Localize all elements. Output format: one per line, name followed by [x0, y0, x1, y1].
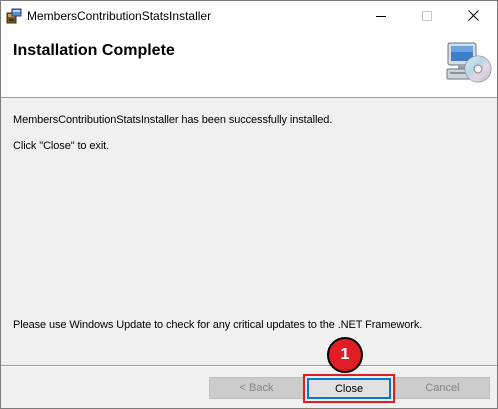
maximize-button[interactable] [404, 1, 450, 32]
title-bar[interactable]: MembersContributionStatsInstaller [1, 1, 497, 32]
footer-divider [1, 365, 497, 367]
instruction-message: Click "Close" to exit. [13, 140, 110, 152]
close-icon [467, 8, 479, 26]
minimize-icon [376, 8, 386, 26]
window-close-button[interactable] [450, 1, 496, 32]
header-banner: Installation Complete [1, 32, 497, 98]
minimize-button[interactable] [358, 1, 404, 32]
close-button-highlight: Close [303, 374, 395, 403]
step-number-badge: 1 [327, 337, 363, 373]
page-title: Installation Complete [13, 42, 175, 59]
window-title: MembersContributionStatsInstaller [27, 9, 212, 23]
installer-window: MembersContributionStatsInstaller Instal… [0, 0, 498, 409]
installer-package-icon [6, 8, 22, 24]
close-button[interactable]: Close [307, 378, 391, 399]
cancel-button[interactable]: Cancel [395, 377, 490, 399]
update-notice: Please use Windows Update to check for a… [13, 319, 423, 331]
computer-cd-icon [445, 39, 493, 87]
success-message: MembersContributionStatsInstaller has be… [13, 114, 333, 126]
back-button[interactable]: < Back [209, 377, 304, 399]
maximize-icon [422, 8, 432, 26]
